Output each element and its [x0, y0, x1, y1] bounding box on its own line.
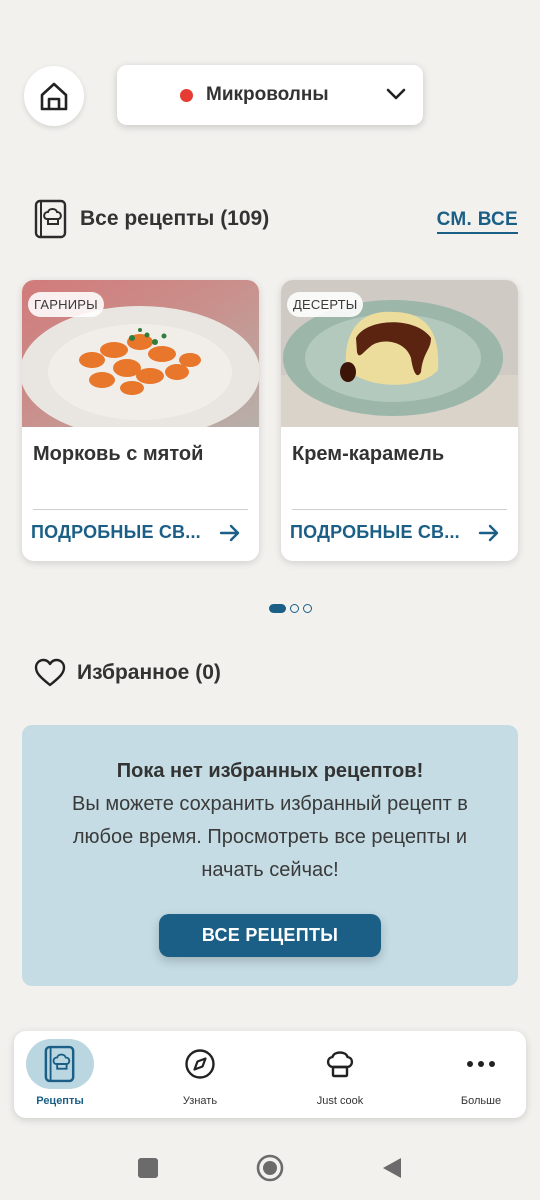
- recipe-details-link[interactable]: ПОДРОБНЫЕ СВ...: [290, 522, 460, 543]
- favorites-section-title: Избранное (0): [77, 661, 221, 684]
- recent-apps-icon[interactable]: [137, 1157, 159, 1179]
- favorites-empty-state: Пока нет избранных рецептов! Вы можете с…: [22, 725, 518, 986]
- chevron-down-icon: [386, 88, 406, 100]
- recipe-title: Крем-карамель: [292, 443, 445, 465]
- nav-label: Just cook: [316, 1095, 364, 1107]
- recipe-details-link[interactable]: ПОДРОБНЫЕ СВ...: [31, 522, 201, 543]
- nav-item-more[interactable]: Больше: [436, 1031, 526, 1118]
- recipe-card[interactable]: ДЕСЕРТЫ Крем-карамель ПОДРОБНЫЕ СВ...: [281, 280, 518, 561]
- home-button[interactable]: [24, 66, 84, 126]
- recipes-section-header: Все рецепты (109): [34, 199, 269, 239]
- recipe-card[interactable]: ГАРНИРЫ Морковь с мятой ПОДРОБНЫЕ СВ...: [22, 280, 259, 561]
- pager-dot[interactable]: [303, 604, 312, 613]
- back-icon[interactable]: [381, 1156, 403, 1180]
- home-system-icon[interactable]: [256, 1154, 284, 1182]
- nav-item-learn[interactable]: Узнать: [155, 1031, 245, 1118]
- more-dots-icon: [467, 1061, 495, 1067]
- nav-label: Больше: [460, 1095, 502, 1107]
- nav-label: Узнать: [182, 1095, 218, 1107]
- compass-icon: [185, 1049, 215, 1079]
- home-icon: [40, 82, 68, 111]
- mode-status-dot: [180, 89, 193, 102]
- nav-item-recipes[interactable]: Рецепты: [15, 1031, 105, 1118]
- system-navigation-bar: [0, 1135, 540, 1200]
- heart-icon: [34, 658, 66, 687]
- nav-label: Рецепты: [36, 1095, 84, 1107]
- recipe-category-tag: ДЕСЕРТЫ: [287, 292, 364, 317]
- recipe-category-tag: ГАРНИРЫ: [28, 292, 104, 317]
- pager-dot-active[interactable]: [269, 604, 286, 613]
- see-all-link[interactable]: СМ. ВСЕ: [436, 209, 518, 234]
- recipe-book-icon: [34, 199, 67, 239]
- empty-state-text: Вы можете сохранить избранный рецепт в л…: [72, 793, 468, 881]
- pager-dot[interactable]: [290, 604, 299, 613]
- bottom-navigation: Рецепты Узнать Just cook Больше: [14, 1031, 526, 1118]
- recipe-book-icon: [44, 1045, 75, 1083]
- arrow-right-icon: [478, 524, 499, 542]
- card-divider: [33, 509, 248, 510]
- carousel-pager: [269, 604, 312, 613]
- nav-item-just-cook[interactable]: Just cook: [295, 1031, 385, 1118]
- all-recipes-button[interactable]: ВСЕ РЕЦЕПТЫ: [159, 914, 381, 957]
- chef-hat-icon: [326, 1051, 354, 1078]
- mode-select[interactable]: Микроволны: [117, 65, 423, 125]
- recipe-title: Морковь с мятой: [33, 443, 204, 465]
- recipes-section-title: Все рецепты (109): [80, 207, 270, 230]
- empty-state-title: Пока нет избранных рецептов!: [116, 760, 424, 782]
- arrow-right-icon: [219, 524, 240, 542]
- favorites-section-header: Избранное (0): [34, 658, 221, 688]
- card-divider: [292, 509, 507, 510]
- mode-label: Микроволны: [206, 84, 329, 105]
